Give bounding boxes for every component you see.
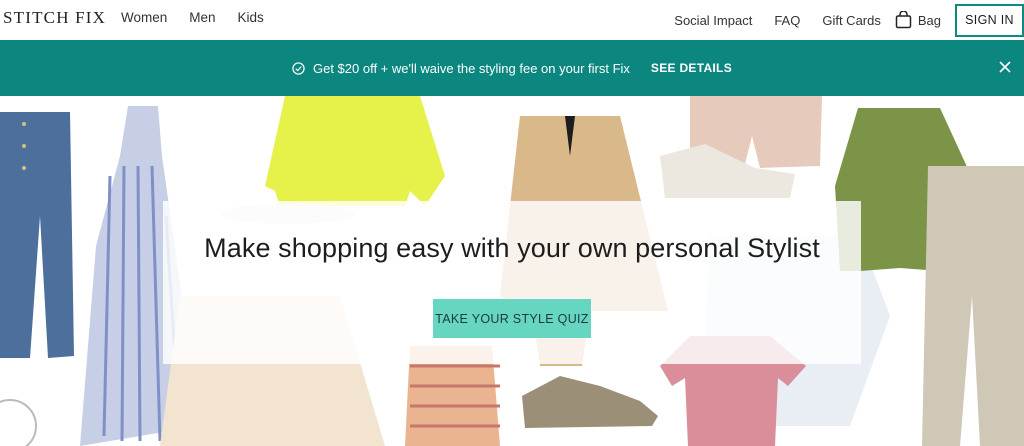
close-icon[interactable] (998, 60, 1012, 74)
primary-nav: Women Men Kids (121, 10, 286, 25)
nav-kids[interactable]: Kids (238, 10, 264, 25)
shopping-bag-icon (895, 11, 912, 29)
nav-faq[interactable]: FAQ (774, 13, 800, 28)
secondary-nav: Social Impact FAQ Gift Cards Bag SIGN IN (652, 0, 1024, 40)
stitch-fix-logo[interactable]: STITCH FIX (3, 8, 106, 28)
promo-message: Get $20 off + we'll waive the styling fe… (312, 60, 630, 76)
take-style-quiz-button[interactable]: TAKE YOUR STYLE QUIZ (433, 299, 591, 338)
hero-card: Make shopping easy with your own persona… (163, 201, 861, 364)
bag-label: Bag (917, 12, 941, 28)
nav-gift-cards[interactable]: Gift Cards (822, 13, 881, 28)
hero-headline: Make shopping easy with your own persona… (204, 233, 820, 263)
hero-section: Make shopping easy with your own persona… (0, 96, 1024, 446)
bag-button[interactable]: Bag (895, 11, 941, 29)
nav-social-impact[interactable]: Social Impact (674, 13, 752, 28)
nav-women[interactable]: Women (121, 10, 167, 25)
nav-men[interactable]: Men (189, 10, 215, 25)
site-header: STITCH FIX Women Men Kids Social Impact … (0, 0, 1024, 40)
see-details-link[interactable]: SEE DETAILS (651, 61, 732, 75)
check-circle-icon (292, 61, 305, 75)
promo-banner: Get $20 off + we'll waive the styling fe… (0, 40, 1024, 96)
sign-in-button[interactable]: SIGN IN (955, 3, 1024, 37)
